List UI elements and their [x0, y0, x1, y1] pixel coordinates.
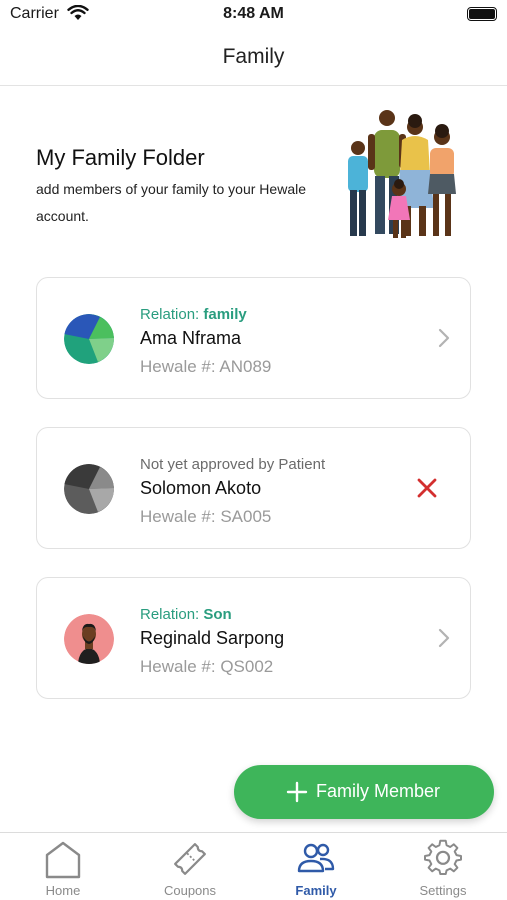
tab-home[interactable]: Home	[0, 833, 126, 900]
tab-label: Settings	[419, 883, 467, 898]
family-folder-description: add members of your family to your Hewal…	[36, 181, 306, 224]
member-relation: Relation: family	[140, 306, 247, 323]
chevron-right-icon[interactable]	[438, 328, 450, 348]
member-hewale-number: Hewale #: SA005	[140, 507, 272, 526]
member-avatar	[64, 614, 114, 664]
member-avatar	[64, 314, 114, 364]
member-hewale-number: Hewale #: AN089	[140, 357, 272, 376]
family-member-card[interactable]: Not yet approved by Patient Solomon Akot…	[36, 427, 471, 549]
add-family-member-button[interactable]: Family Member	[234, 765, 494, 819]
family-member-card[interactable]: Relation: Son Reginald Sarpong Hewale #:…	[36, 577, 471, 699]
tab-label: Family	[295, 883, 337, 898]
tab-bar: Home Coupons Family Settings	[0, 832, 507, 900]
ticket-icon	[174, 843, 206, 875]
member-approval-status: Not yet approved by Patient	[140, 456, 326, 473]
chevron-right-icon[interactable]	[438, 628, 450, 648]
navigation-bar: Family	[0, 30, 507, 86]
member-hewale-number: Hewale #: QS002	[140, 657, 274, 676]
tab-coupons[interactable]: Coupons	[127, 833, 253, 900]
tab-label: Home	[45, 883, 81, 898]
page-title: Family	[222, 45, 285, 68]
home-icon	[45, 841, 81, 879]
member-name: Reginald Sarpong	[140, 628, 285, 648]
battery-icon	[467, 7, 497, 21]
status-bar: Carrier 8:48 AM	[0, 0, 507, 30]
family-folder-title: My Family Folder	[36, 145, 205, 170]
people-icon	[297, 843, 335, 873]
member-relation: Relation: Son	[140, 606, 232, 623]
tab-label: Coupons	[163, 883, 217, 898]
close-icon[interactable]	[416, 477, 438, 499]
member-avatar	[64, 464, 114, 514]
family-illustration	[348, 110, 456, 238]
tab-family[interactable]: Family	[253, 833, 379, 900]
member-name: Ama Nframa	[140, 328, 242, 348]
tab-settings[interactable]: Settings	[380, 833, 506, 900]
add-family-member-label: Family Member	[316, 781, 441, 801]
member-name: Solomon Akoto	[140, 478, 262, 498]
status-time: 8:48 AM	[223, 5, 284, 22]
plus-icon	[286, 781, 308, 803]
family-member-card[interactable]: Relation: family Ama Nframa Hewale #: AN…	[36, 277, 471, 399]
gear-icon	[424, 839, 462, 875]
